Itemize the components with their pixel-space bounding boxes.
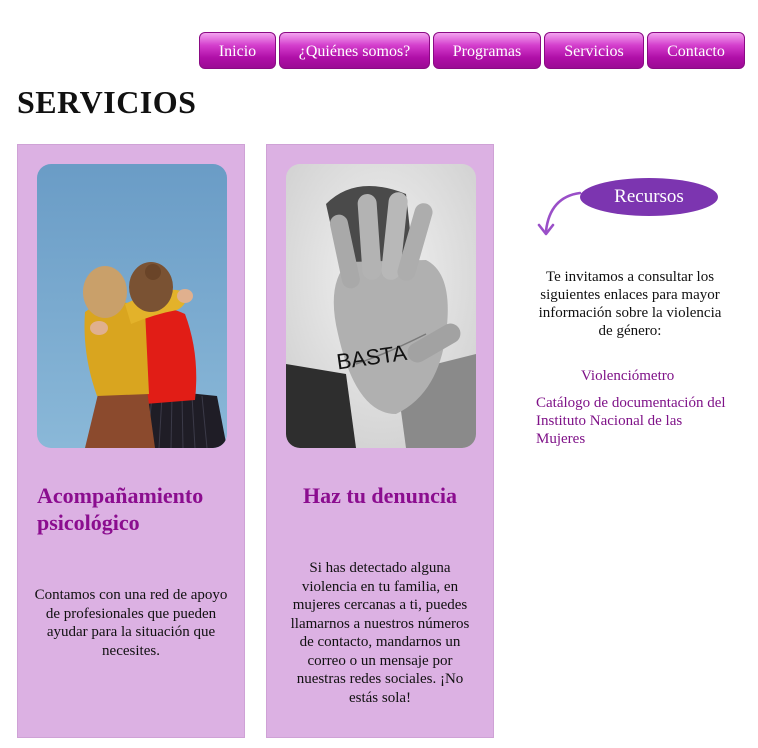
card-title-report: Haz tu denuncia	[302, 483, 458, 508]
card-title-psychological: Acompañamiento psicológico	[37, 483, 204, 535]
nav-servicios[interactable]: Servicios	[544, 32, 644, 69]
hug-photo	[37, 164, 227, 448]
card-text-psychological: Contamos con una red de apoyo de profesi…	[34, 587, 228, 659]
main-nav: Inicio ¿Quiénes somos? Programas Servici…	[199, 32, 745, 69]
hand-basta-photo: BASTA	[286, 164, 476, 448]
service-card-psychological: Acompañamiento psicológico Contamos con …	[17, 144, 245, 738]
resources-intro: Te invitamos a consultar los siguientes …	[538, 269, 722, 339]
page-title: SERVICIOS	[17, 84, 197, 120]
resources-button[interactable]: Recursos	[580, 178, 718, 216]
link-violenciometro[interactable]: Violenciómetro	[581, 367, 674, 385]
link-catalogo-inmujeres[interactable]: Catálogo de documentación del Instituto …	[536, 394, 731, 448]
nav-programas[interactable]: Programas	[433, 32, 541, 69]
card-text-report: Si has detectado alguna violencia en tu …	[290, 560, 470, 706]
nav-quienes-somos[interactable]: ¿Quiénes somos?	[279, 32, 430, 69]
nav-inicio[interactable]: Inicio	[199, 32, 276, 69]
nav-contacto[interactable]: Contacto	[647, 32, 745, 69]
service-card-report: BASTA Haz tu denuncia Si has detectado a…	[266, 144, 494, 738]
